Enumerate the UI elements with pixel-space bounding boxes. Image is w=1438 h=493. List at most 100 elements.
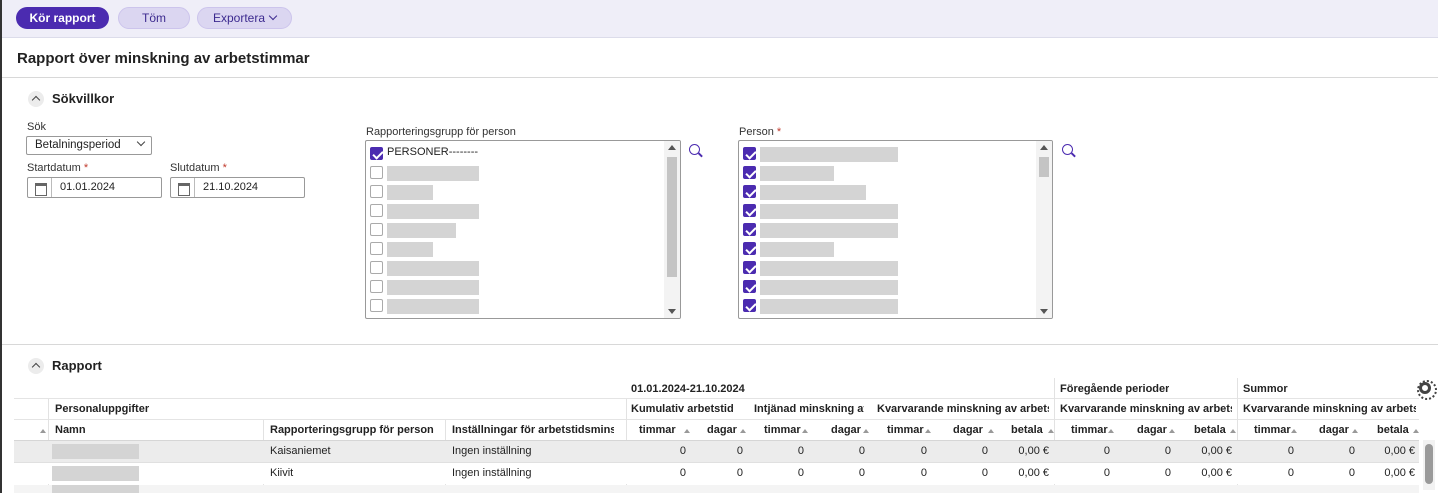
scroll-thumb[interactable] <box>667 157 677 277</box>
checkbox[interactable] <box>370 185 383 198</box>
column-hours[interactable]: timmar <box>639 424 676 436</box>
column-hours[interactable]: timmar <box>887 424 924 436</box>
list-item[interactable] <box>743 144 1033 162</box>
sort-icon[interactable] <box>1108 429 1114 433</box>
scroll-thumb[interactable] <box>1425 444 1433 484</box>
list-item[interactable] <box>370 296 660 314</box>
column-days[interactable]: dagar <box>1137 424 1167 436</box>
previous-periods-header: Föregående perioder <box>1060 383 1170 395</box>
end-date-label-text: Slutdatum <box>170 162 220 174</box>
list-item[interactable] <box>743 220 1033 238</box>
list-item[interactable] <box>370 239 660 257</box>
column-hours[interactable]: timmar <box>1254 424 1291 436</box>
list-item[interactable] <box>370 201 660 219</box>
list-item[interactable] <box>370 163 660 181</box>
scroll-thumb[interactable] <box>1039 157 1049 177</box>
column-pay[interactable]: betala <box>1377 424 1409 436</box>
list-item[interactable] <box>370 182 660 200</box>
checkbox[interactable] <box>370 204 383 217</box>
column-name[interactable]: Namn <box>55 424 86 436</box>
scroll-up-icon[interactable] <box>668 145 676 150</box>
scroll-up-icon[interactable] <box>1040 145 1048 150</box>
checkbox[interactable] <box>370 166 383 179</box>
sort-icon[interactable] <box>1413 429 1419 433</box>
checkbox-checked[interactable] <box>743 204 756 217</box>
checkbox-checked[interactable] <box>743 299 756 312</box>
reporting-group-list[interactable]: PERSONER-------- <box>365 140 681 319</box>
checkbox[interactable] <box>370 299 383 312</box>
checkbox-checked[interactable] <box>743 261 756 274</box>
checkbox[interactable] <box>370 280 383 293</box>
sort-icon[interactable] <box>863 429 869 433</box>
sort-icon[interactable] <box>40 429 46 433</box>
search-icon[interactable] <box>1061 143 1077 159</box>
list-item[interactable]: PERSONER-------- <box>370 144 660 162</box>
column-days[interactable]: dagar <box>953 424 983 436</box>
column-days[interactable]: dagar <box>1319 424 1349 436</box>
person-label: Person * <box>739 126 781 138</box>
table-row[interactable]: Kiivit Ingen inställning 0 0 0 0 0 0 0,00 € 0 0 0… <box>14 463 1419 484</box>
end-date-field[interactable]: 21.10.2024 <box>170 177 305 198</box>
checkbox[interactable] <box>370 261 383 274</box>
checkbox[interactable] <box>370 223 383 236</box>
table-scrollbar[interactable] <box>1423 440 1435 490</box>
start-date-field[interactable]: 01.01.2024 <box>27 177 162 198</box>
column-pay[interactable]: betala <box>1194 424 1226 436</box>
calendar-icon[interactable] <box>28 178 52 197</box>
list-item[interactable] <box>743 277 1033 295</box>
list-item[interactable] <box>370 220 660 238</box>
sort-icon[interactable] <box>988 429 994 433</box>
remaining-header: Kvarvarande minskning av arbetstid <box>1060 403 1232 415</box>
checkbox-checked[interactable] <box>743 242 756 255</box>
list-item[interactable] <box>370 258 660 276</box>
sort-icon[interactable] <box>740 429 746 433</box>
redacted-text <box>387 242 433 257</box>
checkbox-checked[interactable] <box>743 166 756 179</box>
search-type-select[interactable]: Betalningsperiod <box>26 136 152 155</box>
checkbox-checked[interactable] <box>743 185 756 198</box>
search-icon[interactable] <box>688 143 704 159</box>
column-hours[interactable]: timmar <box>1071 424 1108 436</box>
list-item[interactable] <box>743 201 1033 219</box>
collapse-search-toggle[interactable] <box>28 91 44 107</box>
sort-icon[interactable] <box>1352 429 1358 433</box>
export-button[interactable]: Exportera <box>197 7 292 29</box>
gear-icon[interactable] <box>1417 380 1437 400</box>
end-date-label: Slutdatum * <box>170 162 227 174</box>
person-list[interactable] <box>738 140 1053 319</box>
clear-button[interactable]: Töm <box>118 7 190 29</box>
table-row[interactable]: Kaisaniemet Ingen inställning 0 0 0 0 0 0 0,00… <box>14 441 1419 462</box>
column-settings[interactable]: Inställningar för arbetstidsminskning <box>452 424 614 436</box>
checkbox-checked[interactable] <box>743 147 756 160</box>
list-item[interactable] <box>743 182 1033 200</box>
checkbox-checked[interactable] <box>743 280 756 293</box>
column-hours[interactable]: timmar <box>764 424 801 436</box>
run-report-button[interactable]: Kör rapport <box>16 7 109 29</box>
list-scrollbar[interactable] <box>1036 141 1052 318</box>
sort-icon[interactable] <box>1291 429 1297 433</box>
checkbox-checked[interactable] <box>743 223 756 236</box>
list-item[interactable] <box>743 258 1033 276</box>
list-item[interactable] <box>743 296 1033 314</box>
sort-icon[interactable] <box>684 429 690 433</box>
column-reporting-group[interactable]: Rapporteringsgrupp för person <box>270 424 434 436</box>
list-scrollbar[interactable] <box>664 141 680 318</box>
scroll-down-icon[interactable] <box>1040 309 1048 314</box>
sort-icon[interactable] <box>1230 429 1236 433</box>
column-pay[interactable]: betala <box>1011 424 1043 436</box>
checkbox[interactable] <box>370 242 383 255</box>
list-item[interactable] <box>370 277 660 295</box>
list-item[interactable] <box>743 163 1033 181</box>
sort-icon[interactable] <box>802 429 808 433</box>
column-days[interactable]: dagar <box>707 424 737 436</box>
checkbox-checked[interactable] <box>370 147 383 160</box>
collapse-report-toggle[interactable] <box>28 358 44 374</box>
list-item[interactable] <box>743 239 1033 257</box>
scroll-down-icon[interactable] <box>668 309 676 314</box>
redacted-name <box>52 485 139 493</box>
sort-icon[interactable] <box>925 429 931 433</box>
calendar-icon[interactable] <box>171 178 195 197</box>
end-date-value: 21.10.2024 <box>203 181 259 193</box>
column-days[interactable]: dagar <box>831 424 861 436</box>
sort-icon[interactable] <box>1169 429 1175 433</box>
